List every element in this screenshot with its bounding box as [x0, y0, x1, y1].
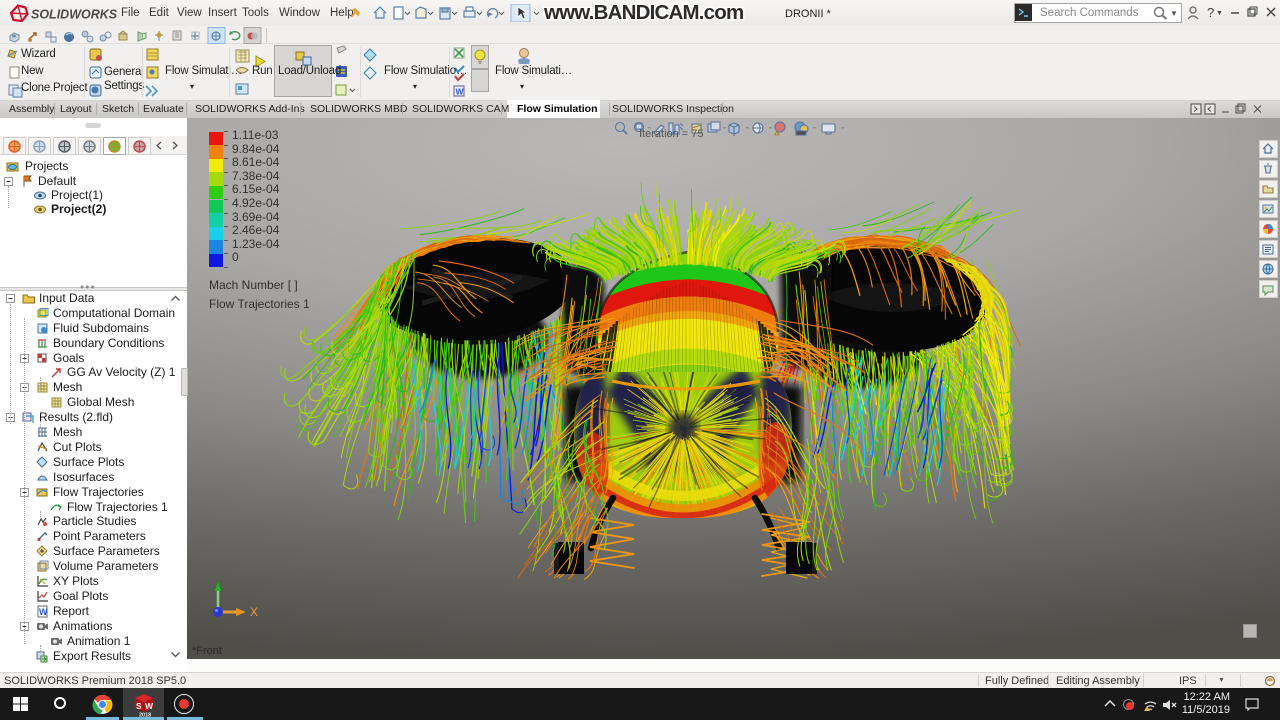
svg-text:W: W: [39, 607, 48, 617]
svg-text:W: W: [456, 87, 465, 97]
svg-text:S: S: [136, 701, 142, 711]
svg-text:SOLIDWORKS: SOLIDWORKS: [31, 8, 118, 22]
svg-text:▼: ▼: [1216, 10, 1223, 17]
svg-text:?: ?: [1207, 5, 1214, 20]
svg-text:W: W: [145, 701, 154, 711]
svg-text:X: X: [250, 605, 258, 619]
